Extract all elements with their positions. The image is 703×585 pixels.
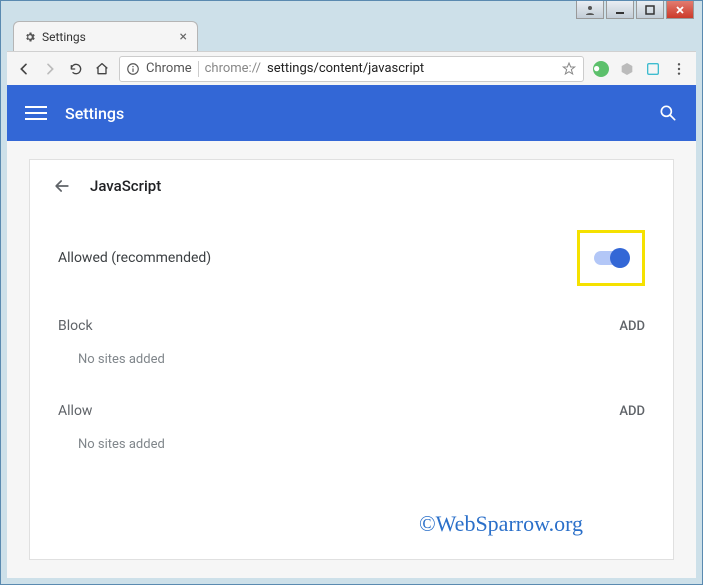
extension-icon-green[interactable]: ● <box>592 60 610 78</box>
address-bar[interactable]: Chrome chrome:// settings/content/javascr… <box>119 56 584 82</box>
javascript-toggle[interactable] <box>594 251 628 265</box>
search-icon[interactable] <box>658 103 678 123</box>
bookmark-star-icon[interactable] <box>561 61 577 77</box>
nav-back-button[interactable] <box>15 60 33 78</box>
page-subheading-row: JavaScript <box>30 160 673 212</box>
block-section-header: Block ADD <box>30 304 673 338</box>
settings-card: JavaScript Allowed (recommended) Block A… <box>29 159 674 560</box>
allow-section-title: Allow <box>58 403 92 419</box>
url-path: settings/content/javascript <box>267 61 424 76</box>
nav-home-button[interactable] <box>93 60 111 78</box>
settings-header-title: Settings <box>65 104 124 123</box>
tab-strip: Settings × <box>13 21 690 51</box>
tab-title: Settings <box>42 30 86 44</box>
url-scheme: chrome:// <box>205 61 261 76</box>
nav-forward-button[interactable] <box>41 60 59 78</box>
page-title: JavaScript <box>90 177 161 195</box>
site-info-icon <box>126 62 140 76</box>
window-minimize-button[interactable] <box>606 1 634 19</box>
omnibox-divider <box>198 61 199 77</box>
window-user-icon[interactable] <box>576 1 604 19</box>
browser-tab-settings[interactable]: Settings × <box>13 21 198 51</box>
window-maximize-button[interactable] <box>636 1 664 19</box>
extension-icon-grey[interactable] <box>618 60 636 78</box>
block-section-title: Block <box>58 318 93 334</box>
content-viewport: Settings JavaScript Allowed (recommended… <box>7 85 696 578</box>
menu-hamburger-icon[interactable] <box>25 102 47 124</box>
browser-menu-button[interactable] <box>670 60 688 78</box>
allow-empty-text: No sites added <box>30 423 673 474</box>
omnibox-prefix: Chrome <box>146 61 192 76</box>
gear-icon <box>24 31 36 43</box>
allow-add-button[interactable]: ADD <box>619 404 645 419</box>
allow-section-header: Allow ADD <box>30 389 673 423</box>
toggle-highlight-box <box>577 230 645 286</box>
back-arrow-icon[interactable] <box>52 176 72 196</box>
window-close-button[interactable] <box>666 1 694 19</box>
extension-icon-teal[interactable] <box>644 60 662 78</box>
watermark-text: ©WebSparrow.org <box>419 511 583 537</box>
settings-header: Settings <box>7 85 696 141</box>
window-controls <box>574 1 694 19</box>
allowed-toggle-row: Allowed (recommended) <box>30 212 673 304</box>
toggle-label: Allowed (recommended) <box>58 250 211 266</box>
block-empty-text: No sites added <box>30 338 673 389</box>
browser-toolbar: Chrome chrome:// settings/content/javascr… <box>7 51 696 85</box>
block-add-button[interactable]: ADD <box>619 319 645 334</box>
tab-close-icon[interactable]: × <box>180 29 187 45</box>
nav-reload-button[interactable] <box>67 60 85 78</box>
